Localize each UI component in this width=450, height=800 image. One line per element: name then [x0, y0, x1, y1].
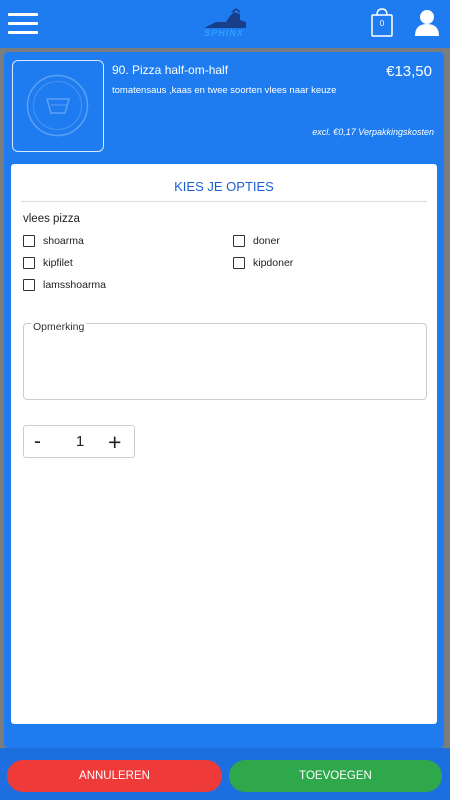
sphinx-logo-icon [204, 8, 246, 28]
cart-count-badge: 0 [379, 19, 385, 28]
option-label: kipdoner [253, 257, 294, 269]
quantity-stepper: - 1 + [23, 425, 135, 458]
add-button[interactable]: TOEVOEGEN [229, 760, 442, 792]
quantity-value[interactable]: 1 [68, 433, 92, 450]
option-doner[interactable]: doner [233, 235, 280, 247]
option-label: kipfilet [43, 257, 73, 269]
options-heading: KIES JE OPTIES [21, 179, 427, 202]
pizza-placeholder-icon [26, 74, 89, 137]
increase-quantity-button[interactable]: + [108, 429, 121, 456]
logo-text: SPHINX [204, 28, 244, 38]
option-label: doner [253, 235, 280, 247]
modal-footer: ANNULEREN TOEVOEGEN [0, 748, 450, 800]
product-title: 90. Pizza half-om-half [112, 63, 229, 77]
product-price: €13,50 [386, 63, 432, 80]
checkbox[interactable] [233, 235, 245, 247]
option-label: shoarma [43, 235, 84, 247]
user-icon[interactable] [414, 8, 440, 36]
menu-icon[interactable] [8, 13, 38, 35]
options-panel: KIES JE OPTIES vlees pizza shoarma doner… [11, 164, 437, 724]
option-kipdoner[interactable]: kipdoner [233, 257, 293, 269]
checkbox[interactable] [23, 257, 35, 269]
option-shoarma[interactable]: shoarma [23, 235, 84, 247]
cart-icon[interactable]: 0 [370, 6, 394, 38]
option-lamsshoarma[interactable]: lamsshoarma [23, 279, 106, 291]
option-group-label: vlees pizza [23, 213, 80, 225]
product-options-modal: 90. Pizza half-om-half €13,50 tomatensau… [4, 52, 444, 748]
checkbox[interactable] [233, 257, 245, 269]
option-label: lamsshoarma [43, 279, 107, 291]
product-image-placeholder [12, 60, 104, 152]
option-kipfilet[interactable]: kipfilet [23, 257, 73, 269]
packaging-cost-note: excl. €0,17 Verpakkingskosten [312, 127, 434, 137]
remark-label: Opmerking [31, 321, 87, 333]
app-header: SPHINX 0 [0, 0, 450, 48]
cancel-button[interactable]: ANNULEREN [7, 760, 222, 792]
checkbox[interactable] [23, 235, 35, 247]
decrease-quantity-button[interactable]: - [34, 430, 41, 454]
checkbox[interactable] [23, 279, 35, 291]
logo[interactable]: SPHINX [196, 8, 252, 38]
product-description: tomatensaus ,kaas en twee soorten vlees … [112, 85, 337, 96]
remark-field[interactable]: Opmerking [23, 321, 427, 400]
